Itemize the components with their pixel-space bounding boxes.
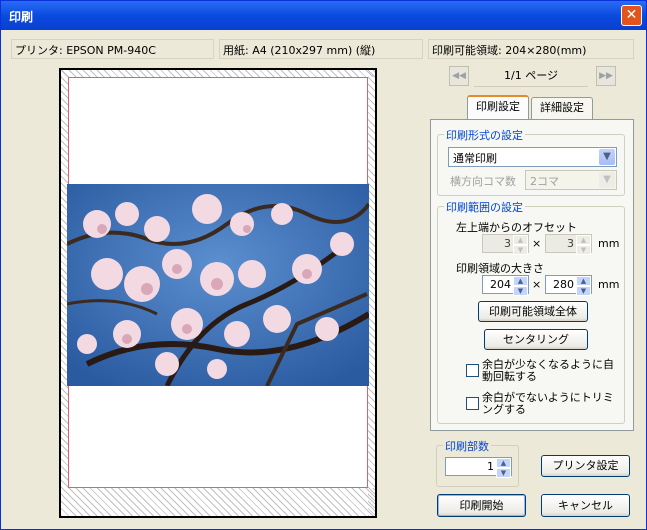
times-sign: × [532, 278, 542, 291]
copies-group-title: 印刷部数 [443, 438, 491, 454]
printer-info: プリンタ: EPSON PM-940C [11, 39, 214, 59]
horizontal-frames-select[interactable]: 2コマ ▼ [525, 170, 617, 190]
spin-down-icon[interactable]: ▼ [513, 286, 528, 296]
size-unit: mm [598, 278, 620, 291]
window-title: 印刷 [9, 10, 34, 24]
centering-button[interactable]: センタリング [484, 329, 588, 350]
horizontal-frames-value: 2コマ [530, 175, 559, 188]
spin-down-icon[interactable]: ▼ [576, 286, 591, 296]
copies-value: 1 [487, 460, 494, 473]
offset-x-spinner[interactable]: 3 ▲ ▼ [482, 234, 529, 255]
offset-y-spinner[interactable]: 3 ▲ ▼ [545, 234, 592, 255]
bottom-margin-hatch [61, 488, 375, 516]
cancel-button[interactable]: キャンセル [541, 494, 630, 517]
print-preview [59, 68, 377, 518]
print-mode-select[interactable]: 通常印刷 ▼ [448, 147, 617, 167]
range-group: 印刷範囲の設定 左上端からのオフセット 3 ▲ ▼ × 3 ▲ ▼ mm 印刷領域の… [437, 199, 625, 424]
chevron-down-icon: ▼ [599, 149, 615, 165]
tab-detail-settings[interactable]: 詳細設定 [531, 97, 593, 119]
print-mode-value: 通常印刷 [453, 152, 497, 165]
copies-group: 印刷部数 1 ▲ ▼ [436, 438, 519, 487]
offset-y-value: 3 [567, 237, 574, 250]
printer-settings-button[interactable]: プリンタ設定 [541, 455, 630, 477]
spin-down-icon[interactable]: ▼ [513, 245, 528, 255]
size-height-spinner[interactable]: 280 ▲ ▼ [545, 275, 592, 296]
format-group-title: 印刷形式の設定 [444, 127, 525, 143]
auto-rotate-label: 余白が少なくなるように自動回転する [482, 358, 614, 383]
top-margin-hatch [61, 70, 375, 77]
spin-down-icon[interactable]: ▼ [496, 468, 511, 478]
tab-print-settings[interactable]: 印刷設定 [467, 95, 529, 120]
size-width-value: 204 [490, 278, 511, 291]
auto-rotate-checkbox[interactable] [466, 364, 479, 377]
prev-page-button[interactable]: ◀◀ [449, 66, 469, 86]
page-indicator: 1/1 ページ [474, 66, 588, 87]
preview-image [67, 184, 369, 386]
offset-unit: mm [598, 237, 620, 250]
times-sign: × [532, 237, 542, 250]
size-width-spinner[interactable]: 204 ▲ ▼ [482, 275, 529, 296]
next-page-button[interactable]: ▶▶ [596, 66, 616, 86]
close-button[interactable]: ✕ [621, 5, 642, 26]
spin-up-icon[interactable]: ▲ [496, 458, 511, 468]
format-group: 印刷形式の設定 通常印刷 ▼ 横方向コマ数 2コマ ▼ [437, 127, 625, 196]
tab-panel: 印刷形式の設定 通常印刷 ▼ 横方向コマ数 2コマ ▼ 印刷範囲の設定 左上端か… [430, 119, 634, 431]
print-dialog: 印刷 ✕ プリンタ: EPSON PM-940C 用紙: A4 (210x297… [0, 0, 647, 530]
spin-up-icon[interactable]: ▲ [576, 276, 591, 286]
trimming-label: 余白がでないようにトリミングする [482, 391, 614, 416]
trimming-checkbox[interactable] [466, 397, 479, 410]
paper-info: 用紙: A4 (210x297 mm) (縦) [219, 39, 423, 59]
offset-x-value: 3 [504, 237, 511, 250]
fill-printable-area-button[interactable]: 印刷可能領域全体 [478, 301, 588, 322]
chevron-down-icon: ▼ [599, 172, 615, 188]
size-height-value: 280 [553, 278, 574, 291]
spin-up-icon[interactable]: ▲ [576, 235, 591, 245]
offset-label: 左上端からのオフセット [456, 221, 577, 234]
start-print-button[interactable]: 印刷開始 [437, 494, 526, 517]
spin-down-icon[interactable]: ▼ [576, 245, 591, 255]
right-margin-hatch [368, 70, 375, 516]
copies-spinner[interactable]: 1 ▲ ▼ [445, 457, 512, 478]
horizontal-frames-label: 横方向コマ数 [450, 175, 516, 188]
printable-area-info: 印刷可能領域: 204×280(mm) [428, 39, 634, 59]
spin-up-icon[interactable]: ▲ [513, 235, 528, 245]
title-bar[interactable]: 印刷 ✕ [1, 1, 646, 30]
spin-up-icon[interactable]: ▲ [513, 276, 528, 286]
range-group-title: 印刷範囲の設定 [444, 199, 525, 215]
size-label: 印刷領域の大きさ [456, 262, 544, 275]
